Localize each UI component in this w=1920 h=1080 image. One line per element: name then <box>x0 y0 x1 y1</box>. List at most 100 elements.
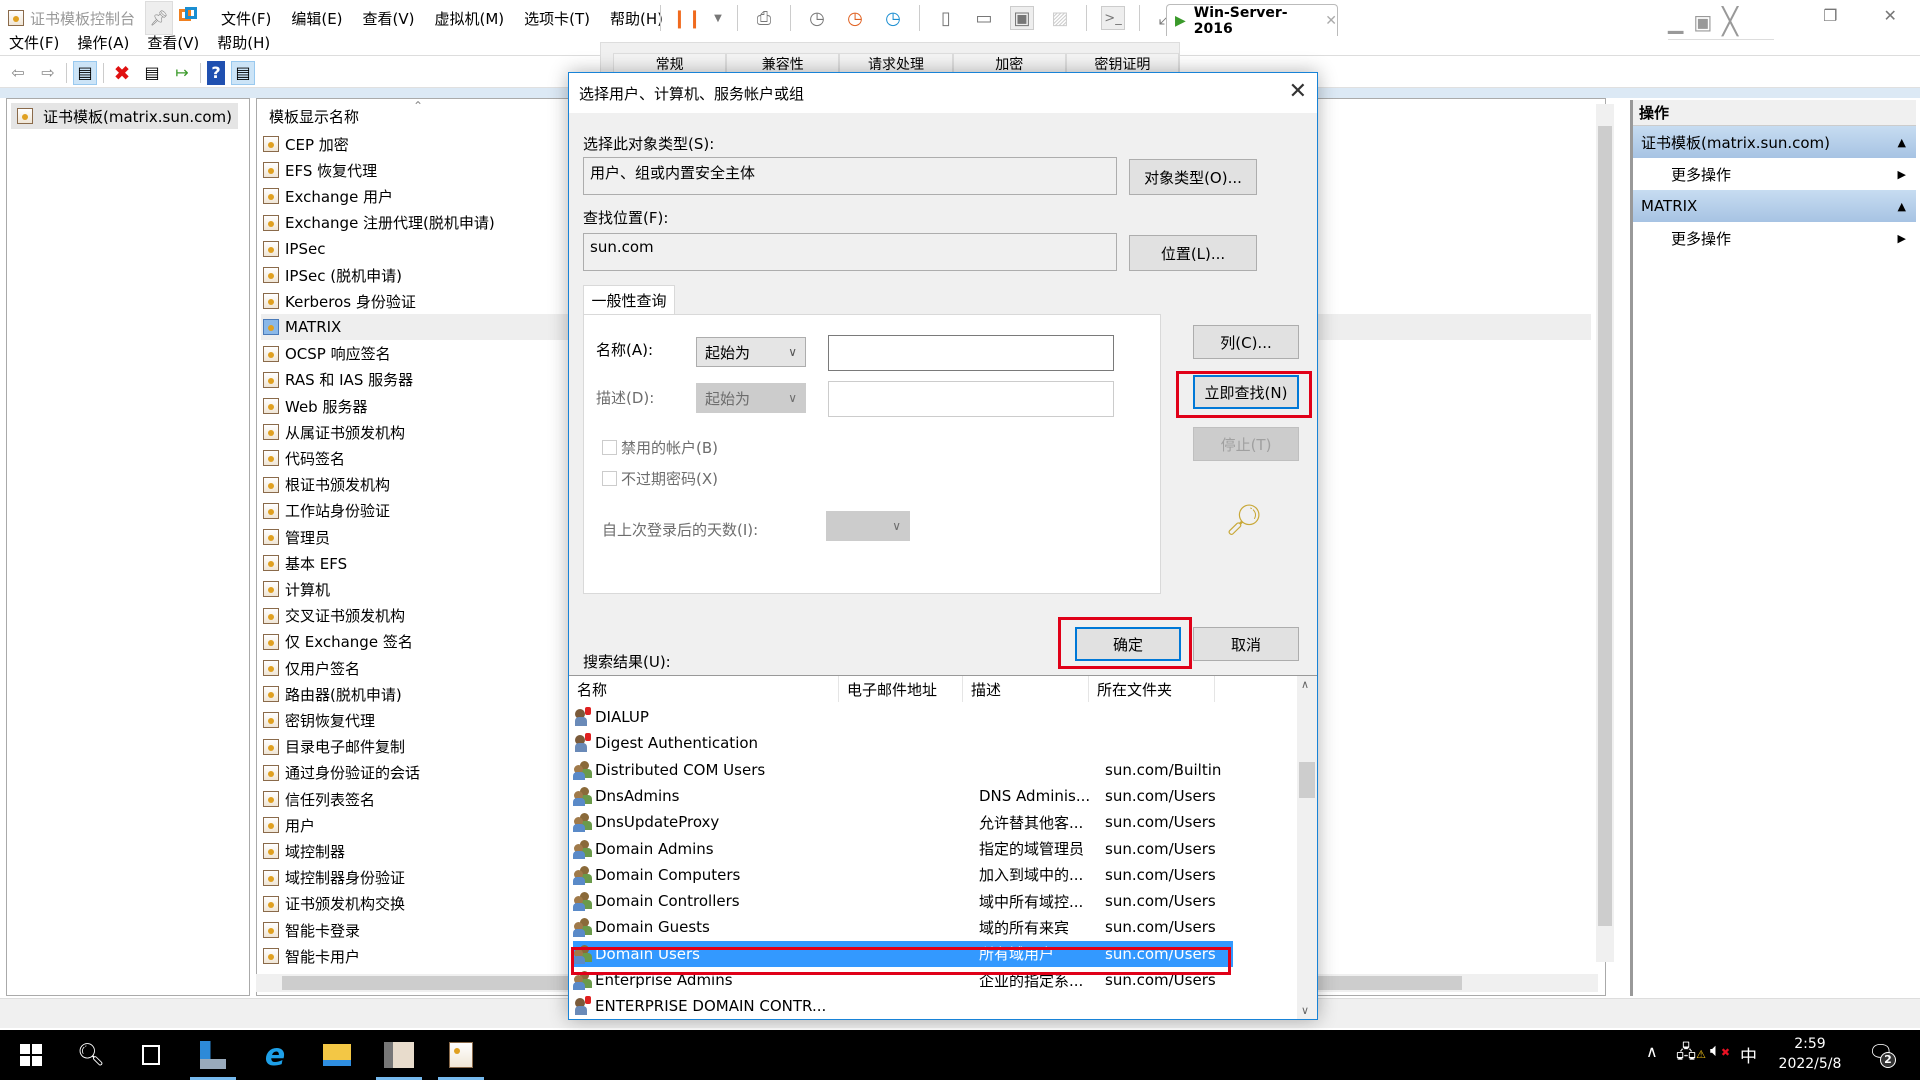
template-name: Kerberos 身份验证 <box>285 292 416 311</box>
vm-menu-view[interactable]: 查看(V) <box>353 8 425 29</box>
tab-common-queries[interactable]: 一般性查询 <box>583 285 675 315</box>
taskbar-file-explorer[interactable] <box>312 1030 362 1080</box>
vm-menu-edit[interactable]: 编辑(E) <box>281 8 352 29</box>
host-restore-icon[interactable]: ❐ <box>1823 6 1837 25</box>
console-view-icon[interactable]: >_ <box>1101 6 1125 30</box>
action-group-matrix[interactable]: MATRIX ▲ <box>1633 190 1916 222</box>
disabled-accounts-checkbox[interactable]: 禁用的帐户(B) <box>602 437 718 458</box>
result-name-cell: Digest Authentication <box>573 733 851 753</box>
properties-icon[interactable]: ▤ <box>140 61 164 85</box>
revert-snapshot-icon[interactable]: ◷ <box>843 6 867 30</box>
scroll-thumb[interactable] <box>1598 126 1612 926</box>
stop-button[interactable]: 停止(T) <box>1193 427 1299 461</box>
checkbox-box[interactable] <box>602 471 617 486</box>
result-row[interactable]: DIALUP <box>573 704 1233 730</box>
close-tab-icon[interactable]: ✕ <box>1325 13 1337 29</box>
name-input[interactable] <box>828 335 1114 371</box>
taskbar-internet-explorer[interactable]: e <box>250 1030 300 1080</box>
column-header-folder[interactable]: 所在文件夹 <box>1089 676 1215 702</box>
menu-help[interactable]: 帮助(H) <box>208 32 279 53</box>
result-row[interactable]: Domain Admins 指定的域管理员 sun.com/Users <box>573 836 1233 862</box>
columns-button[interactable]: 列(C)... <box>1193 325 1299 359</box>
task-view-button[interactable] <box>126 1030 176 1080</box>
scroll-down-icon[interactable]: ∨ <box>1301 1004 1309 1017</box>
menu-file[interactable]: 文件(F) <box>0 32 68 53</box>
clock[interactable]: 2:59 2022/5/8 <box>1775 1034 1845 1074</box>
vm-menu-file[interactable]: 文件(F) <box>211 8 281 29</box>
menu-view[interactable]: 查看(V) <box>138 32 208 53</box>
export-list-icon[interactable]: ↦ <box>170 61 194 85</box>
folder-icon <box>323 1044 351 1066</box>
tree-root-item[interactable]: 证书模板(matrix.sun.com) <box>11 103 239 129</box>
host-close-icon[interactable]: ✕ <box>1884 6 1897 25</box>
volume-muted-icon[interactable]: 🔈︎✖ <box>1710 1040 1730 1061</box>
certificate-template-icon <box>263 633 279 650</box>
result-row[interactable]: Domain Guests 域的所有来宾 sun.com/Users <box>573 914 1233 940</box>
ime-indicator[interactable]: 中 <box>1740 1042 1757 1067</box>
full-screen-icon[interactable]: ▣ <box>1010 6 1034 30</box>
taskbar-certification-authority[interactable] <box>374 1030 424 1080</box>
result-row[interactable]: Domain Computers 加入到域中的... sun.com/Users <box>573 862 1233 888</box>
search-button[interactable]: 🔍︎ <box>66 1030 116 1080</box>
show-hidden-icons[interactable]: ∧ <box>1646 1042 1658 1061</box>
object-types-button[interactable]: 对象类型(O)... <box>1129 159 1257 195</box>
description-input[interactable] <box>828 381 1114 417</box>
unity-icon[interactable]: ▨ <box>1048 6 1072 30</box>
column-header-email[interactable]: 电子邮件地址 <box>839 676 963 702</box>
send-ctrl-alt-del-icon[interactable]: ⎙ <box>752 6 776 30</box>
taskbar-certificate-templates[interactable] <box>436 1030 486 1080</box>
result-row[interactable]: DnsUpdateProxy 允许替其他客... sun.com/Users <box>573 809 1233 835</box>
days-since-logon-select[interactable]: ∨ <box>826 511 910 541</box>
action-more-actions[interactable]: 更多操作 ▶ <box>1633 222 1916 254</box>
security-group-icon <box>573 891 593 912</box>
help-icon[interactable]: ? <box>207 60 225 85</box>
collapse-icon[interactable]: ▲ <box>1898 200 1906 213</box>
result-row[interactable]: Digest Authentication <box>573 730 1233 756</box>
vm-menu-vm[interactable]: 虚拟机(M) <box>425 8 515 29</box>
locations-button[interactable]: 位置(L)... <box>1129 235 1257 271</box>
show-hide-tree-icon[interactable]: ▤ <box>73 60 97 85</box>
take-snapshot-icon[interactable]: ◷ <box>805 6 829 30</box>
network-warning-icon[interactable]: 🖧︎⚠ <box>1676 1040 1706 1070</box>
cancel-button[interactable]: 取消 <box>1193 627 1299 661</box>
collapse-icon[interactable]: ▲ <box>1898 136 1906 149</box>
template-name: 智能卡用户 <box>285 947 361 966</box>
result-row[interactable]: Distributed COM Users sun.com/Builtin <box>573 757 1233 783</box>
column-header-name[interactable]: 名称 <box>569 676 839 702</box>
result-row[interactable]: Domain Controllers 域中所有域控... sun.com/Users <box>573 888 1233 914</box>
forward-icon[interactable]: ⇨ <box>36 61 60 85</box>
action-more-actions[interactable]: 更多操作 ▶ <box>1633 158 1916 190</box>
menu-action[interactable]: 操作(A) <box>68 32 138 53</box>
close-icon[interactable]: ✕ <box>1289 79 1307 104</box>
action-group-certificate-templates[interactable]: 证书模板(matrix.sun.com) ▲ <box>1633 126 1916 158</box>
snapshot-manager-icon[interactable]: ◷ <box>881 6 905 30</box>
suspend-icon[interactable]: ❙❙ <box>672 6 702 30</box>
back-icon[interactable]: ⇦ <box>6 61 30 85</box>
result-description: 指定的域管理员 <box>979 840 1085 858</box>
non-expiring-password-checkbox[interactable]: 不过期密码(X) <box>602 468 718 489</box>
taskbar-server-manager[interactable] <box>188 1030 238 1080</box>
separator <box>790 5 791 31</box>
action-center-button[interactable]: 🗨︎ 2 <box>1868 1040 1896 1068</box>
column-header-description[interactable]: 描述 <box>963 676 1089 702</box>
scroll-up-icon[interactable]: ∧ <box>1301 678 1309 691</box>
result-description: DNS Adminis... <box>979 786 1091 805</box>
result-row[interactable]: DnsAdmins DNS Adminis... sun.com/Users <box>573 783 1233 809</box>
show-hide-action-pane-icon[interactable]: ▤ <box>231 60 255 85</box>
thumbnail-bar-icon[interactable]: ▭ <box>972 6 996 30</box>
name-match-select[interactable]: 起始为 ∨ <box>696 337 806 367</box>
list-vertical-scrollbar[interactable] <box>1596 104 1614 962</box>
scroll-thumb[interactable] <box>1299 762 1315 798</box>
show-library-icon[interactable]: ▯ <box>934 6 958 30</box>
start-button[interactable] <box>6 1030 56 1080</box>
description-match-select[interactable]: 起始为 ∨ <box>696 383 806 413</box>
delete-icon[interactable]: ✖ <box>110 61 134 85</box>
result-row[interactable]: ENTERPRISE DOMAIN CONTR... <box>573 993 1233 1019</box>
vm-menu-tabs[interactable]: 选项卡(T) <box>514 8 600 29</box>
security-group-icon <box>573 812 593 833</box>
security-group-icon <box>573 786 593 806</box>
dropdown-icon[interactable]: ▼ <box>713 6 723 30</box>
column-header-template-name[interactable]: 模板显示名称 ⌃ <box>263 99 423 129</box>
checkbox-box[interactable] <box>602 440 617 455</box>
results-vertical-scrollbar[interactable]: ∧ ∨ <box>1297 676 1317 1019</box>
